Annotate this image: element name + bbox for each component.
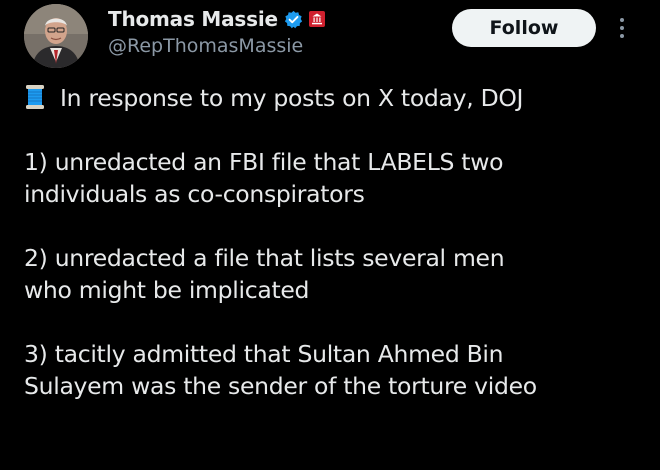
government-affiliation-icon[interactable] <box>308 11 325 27</box>
tweet-header: Thomas Massie @RepThomasMassie Follow <box>0 0 660 80</box>
list-item-line: individuals as co-conspirators <box>24 180 365 208</box>
avatar-photo-icon <box>24 4 88 68</box>
list-item-line: Sulayem was the sender of the torture vi… <box>24 372 537 400</box>
list-item: 3) tacitly admitted that Sultan Ahmed Bi… <box>24 338 650 402</box>
list-item-line: 1) unredacted an FBI file that LABELS tw… <box>24 148 504 176</box>
user-handle[interactable]: @RepThomasMassie <box>108 35 303 57</box>
avatar[interactable] <box>24 4 88 68</box>
list-item: 2) unredacted a file that lists several … <box>24 242 650 306</box>
name-row: Thomas Massie <box>108 6 325 32</box>
tweet-intro-text: In response to my posts on X today, DOJ <box>60 84 524 112</box>
thread-spool-icon <box>24 84 46 110</box>
more-options-icon[interactable] <box>612 12 632 44</box>
verified-badge-icon <box>284 10 303 29</box>
list-item-line: 3) tacitly admitted that Sultan Ahmed Bi… <box>24 340 504 368</box>
list-item-line: who might be implicated <box>24 276 310 304</box>
list-item-line: 2) unredacted a file that lists several … <box>24 244 505 272</box>
tweet-text: In response to my posts on X today, DOJ … <box>24 82 650 434</box>
display-name[interactable]: Thomas Massie <box>108 7 278 31</box>
tweet-intro-line: In response to my posts on X today, DOJ <box>24 82 650 114</box>
follow-button[interactable]: Follow <box>452 9 596 47</box>
list-item: 1) unredacted an FBI file that LABELS tw… <box>24 146 650 210</box>
